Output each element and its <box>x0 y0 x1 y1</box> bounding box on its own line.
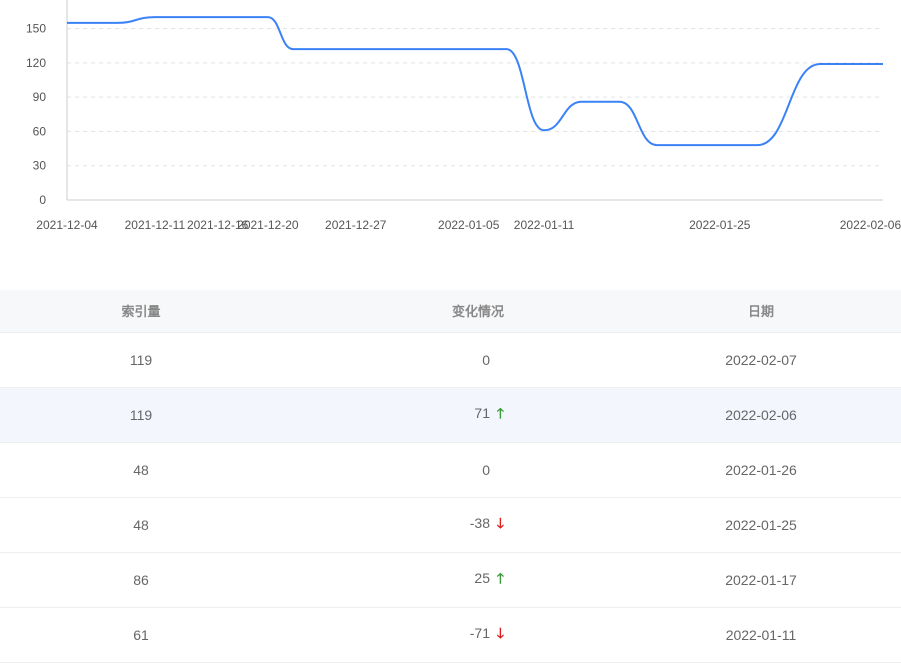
y-tick-label: 150 <box>26 22 46 36</box>
x-tick-label: 2022-02-06 <box>840 218 901 232</box>
header-change: 变化情况 <box>282 290 582 333</box>
y-tick-label: 30 <box>33 159 47 173</box>
x-tick-label: 2021-12-20 <box>237 218 299 232</box>
y-tick-label: 120 <box>26 56 46 70</box>
cell-date: 2022-01-17 <box>725 571 797 588</box>
x-tick-label: 2021-12-04 <box>36 218 98 232</box>
cell-date: 2022-01-25 <box>725 516 797 533</box>
table-row[interactable]: 48 0 2022-01-26 <box>0 442 901 497</box>
arrow-down-icon: 🡓 <box>496 624 504 641</box>
x-tick-label: 2022-01-11 <box>514 218 575 232</box>
header-index-count: 索引量 <box>0 290 282 333</box>
cell-change: 71 <box>474 404 490 421</box>
x-tick-label: 2022-01-25 <box>689 218 751 232</box>
x-tick-label: 2021-12-11 <box>125 218 186 232</box>
cell-date: 2022-01-11 <box>725 626 797 643</box>
arrow-up-icon: 🡑 <box>496 569 504 586</box>
cell-change: -71 <box>469 624 490 641</box>
series-line <box>67 16 883 147</box>
cell-count: 86 <box>133 571 149 588</box>
table-row[interactable]: 86 25 🡑 2022-01-17 <box>0 552 901 607</box>
table-row[interactable]: 119 0 2022-02-07 <box>0 332 901 387</box>
arrow-up-icon: 🡑 <box>496 404 504 421</box>
y-tick-label: 0 <box>39 193 46 207</box>
table-row[interactable]: 119 71 🡑 2022-02-06 <box>0 387 901 442</box>
cell-change: 0 <box>482 351 490 368</box>
x-tick-label: 2022-01-05 <box>438 218 500 232</box>
cell-count: 48 <box>133 461 149 478</box>
cell-count: 119 <box>129 406 153 423</box>
index-table: 索引量 变化情况 日期 119 0 2022-02-07 119 71 🡑 202… <box>0 290 901 663</box>
y-tick-label: 90 <box>33 90 47 104</box>
table-row[interactable]: 61 -71 🡓 2022-01-11 <box>0 607 901 662</box>
x-tick-label: 2021-12-27 <box>325 218 387 232</box>
index-volume-chart: 0 30 60 90 120 150 2021-12-04 2021-12-11 2021-12… <box>26 0 901 232</box>
cell-date: 2022-01-26 <box>725 461 797 478</box>
cell-change: 25 <box>474 569 490 586</box>
cell-date: 2022-02-06 <box>725 406 797 423</box>
arrow-down-icon: 🡓 <box>496 514 504 531</box>
cell-change: 0 <box>482 461 490 478</box>
table-header-row: 索引量 变化情况 日期 <box>0 290 901 333</box>
y-tick-label: 60 <box>33 124 47 138</box>
cell-count: 48 <box>133 516 149 533</box>
index-table-wrapper: 索引量 变化情况 日期 119 0 2022-02-07 119 71 🡑 202… <box>0 290 901 663</box>
cell-count: 61 <box>133 626 149 643</box>
table-row[interactable]: 48 -38 🡓 2022-01-25 <box>0 497 901 552</box>
header-date: 日期 <box>582 290 901 333</box>
cell-count: 119 <box>129 351 153 368</box>
cell-date: 2022-02-07 <box>725 351 797 368</box>
cell-change: -38 <box>469 514 490 531</box>
